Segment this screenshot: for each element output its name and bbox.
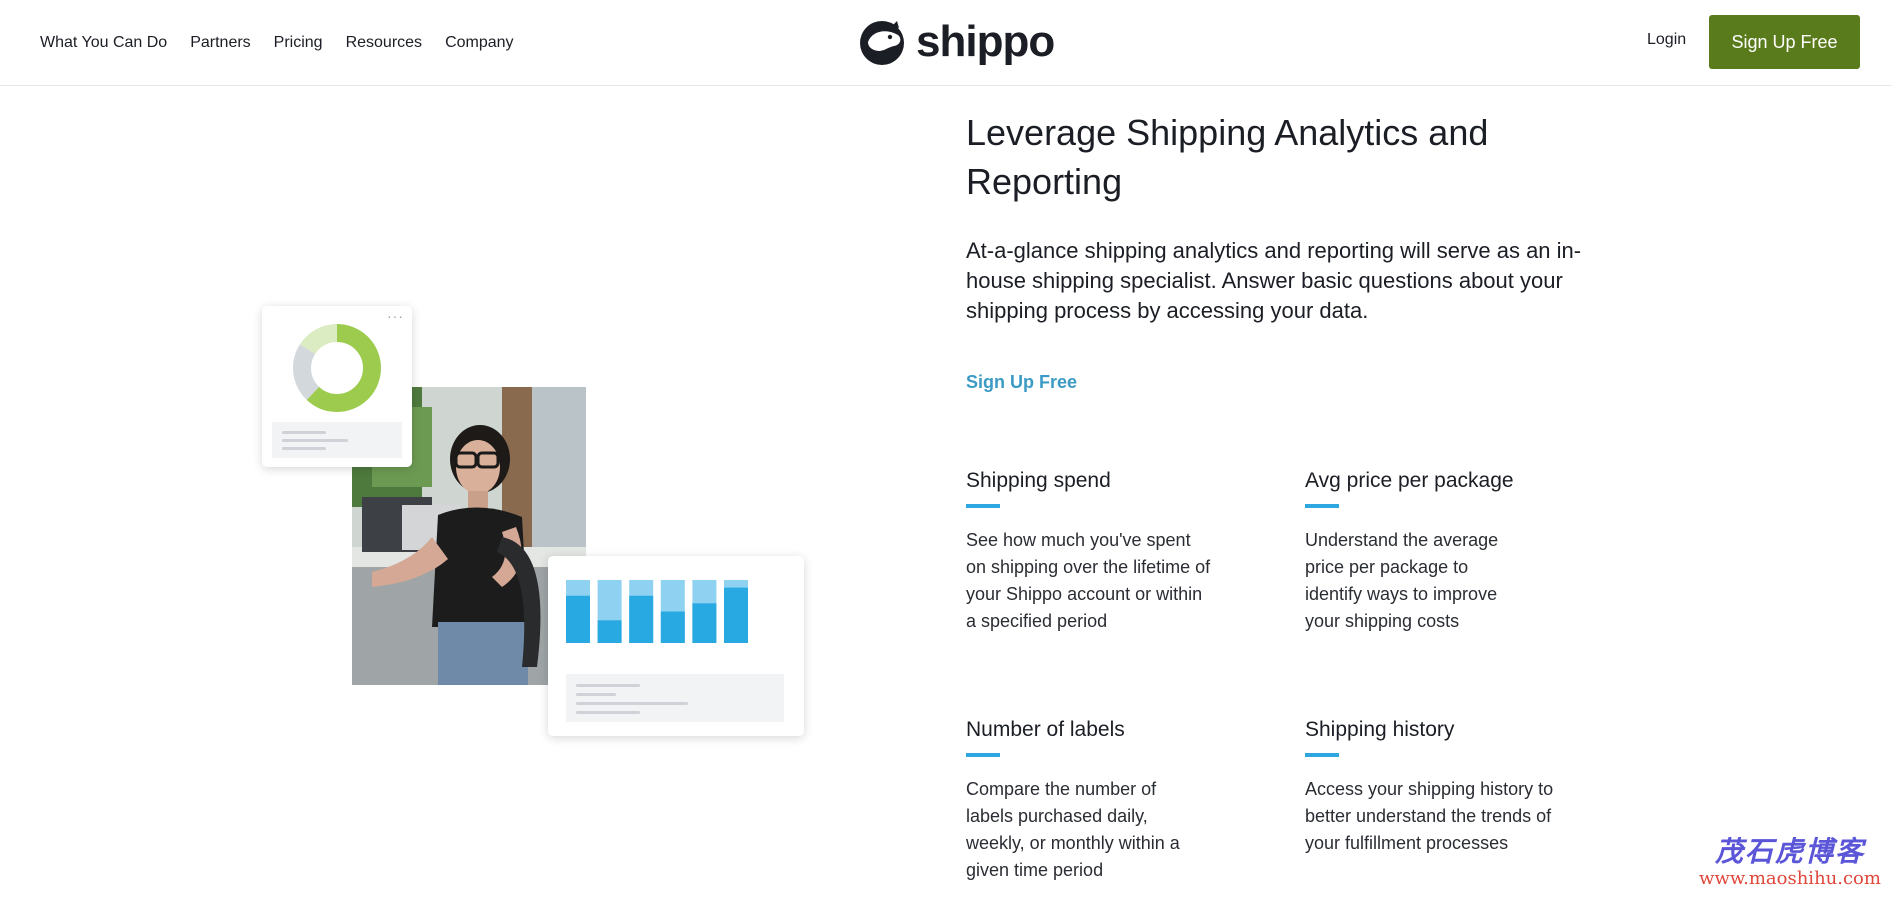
watermark-title: 茂石虎博客 xyxy=(1714,835,1865,868)
feature-description: Compare the number of labels purchased d… xyxy=(966,779,1180,880)
site-header: What You Can Do Partners Pricing Resourc… xyxy=(0,0,1892,86)
watermark-url: www.maoshihu.com xyxy=(1699,868,1881,889)
feature-title: Shipping history xyxy=(1305,718,1455,741)
feature-number-of-labels: Number of labels Compare the number of l… xyxy=(966,717,1226,884)
bar-chart xyxy=(566,580,748,643)
more-options-icon: ··· xyxy=(387,308,404,324)
feature-description: Access your shipping history to better u… xyxy=(1305,779,1554,853)
brand-name: shippo xyxy=(916,17,1055,66)
watermark: 茂石虎博客 www.maoshihu.com xyxy=(1688,836,1892,890)
bar-value-6 xyxy=(724,587,748,643)
feature-accent-rule xyxy=(1305,753,1339,757)
bar-chart-card xyxy=(548,556,804,736)
donut-chart-card: ··· xyxy=(262,306,412,467)
feature-description: See how much you've spent on shipping ov… xyxy=(966,530,1211,631)
feature-title: Avg price per package xyxy=(1305,469,1514,492)
feature-shipping-history: Shipping history Access your shipping hi… xyxy=(1305,717,1565,857)
analytics-illustration: ··· xyxy=(262,306,806,738)
nav-item-partners[interactable]: Partners xyxy=(190,34,250,52)
nav-item-pricing[interactable]: Pricing xyxy=(274,34,323,52)
feature-title: Shipping spend xyxy=(966,469,1111,492)
feature-shipping-spend: Shipping spend See how much you've spent… xyxy=(966,468,1226,635)
feature-title: Number of labels xyxy=(966,718,1125,741)
bar-value-2 xyxy=(597,620,622,643)
feature-accent-rule xyxy=(1305,504,1339,508)
nav-item-what-you-can-do[interactable]: What You Can Do xyxy=(40,34,167,52)
login-link[interactable]: Login xyxy=(1647,31,1686,49)
shippo-hippo-icon xyxy=(860,21,904,65)
nav-item-company[interactable]: Company xyxy=(445,34,513,52)
feature-accent-rule xyxy=(966,504,1000,508)
hero-description: At-a-glance shipping analytics and repor… xyxy=(966,238,1582,323)
bar-value-5 xyxy=(692,603,717,643)
feature-description: Understand the average price per package… xyxy=(1305,530,1499,631)
main-nav: What You Can Do Partners Pricing Resourc… xyxy=(40,0,514,86)
brand-logo[interactable]: shippo xyxy=(856,16,1055,68)
feature-accent-rule xyxy=(966,753,1000,757)
nav-item-resources[interactable]: Resources xyxy=(346,34,422,52)
bar-value-1 xyxy=(566,595,590,643)
card-footer xyxy=(272,422,402,458)
feature-avg-price-per-package: Avg price per package Understand the ave… xyxy=(1305,468,1565,635)
signup-link[interactable]: Sign Up Free xyxy=(966,372,1077,393)
bar-value-3 xyxy=(629,595,654,643)
bar-value-4 xyxy=(660,611,685,643)
card-footer xyxy=(566,674,784,722)
signup-button[interactable]: Sign Up Free xyxy=(1709,15,1860,69)
page-title: Leverage Shipping Analytics and Reportin… xyxy=(966,112,1489,202)
